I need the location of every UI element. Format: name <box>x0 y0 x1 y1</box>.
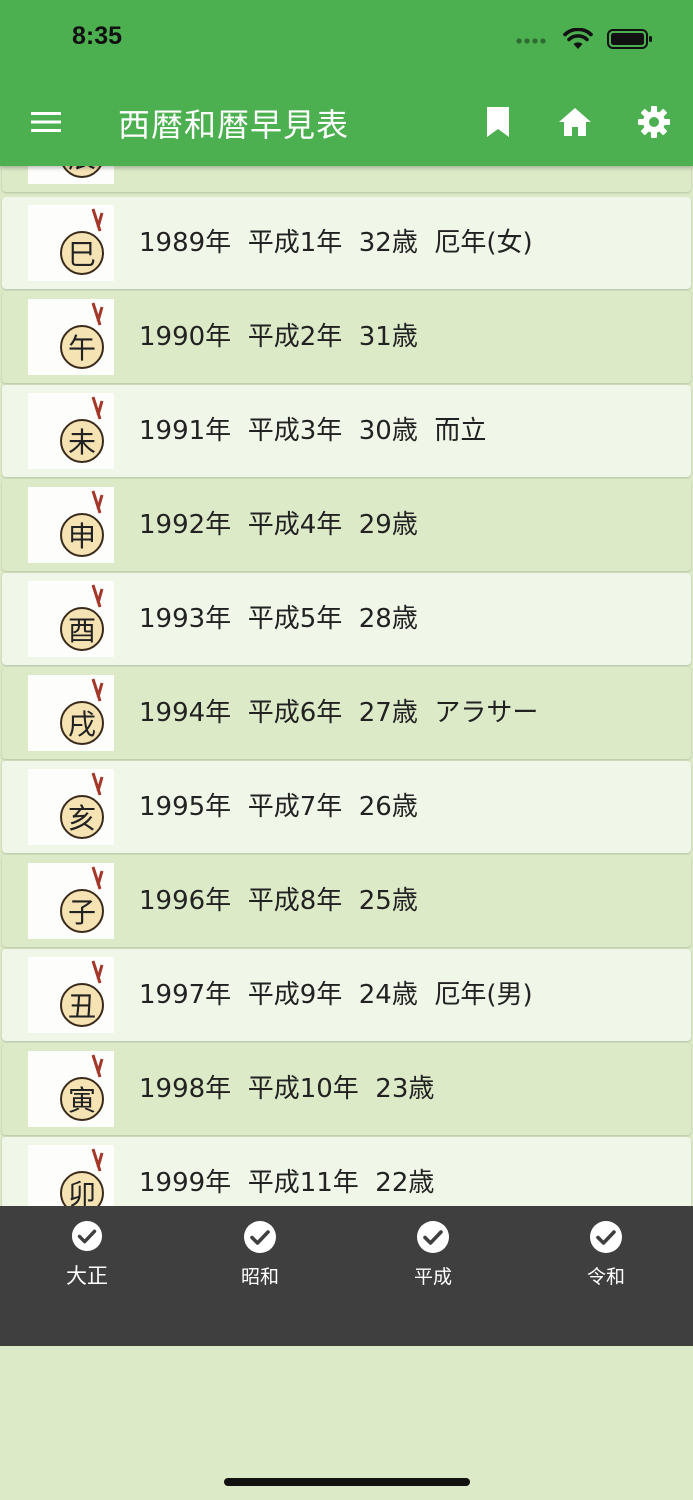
year-list[interactable]: 辰 巳 1989年 平成1年 32歳 厄年(女) 午 1990年 平成2年 31… <box>0 166 693 1206</box>
zodiac-charm: 寅 <box>60 1077 104 1121</box>
cord-icon <box>91 1054 104 1078</box>
list-item[interactable]: 巳 1989年 平成1年 32歳 厄年(女) <box>2 197 691 289</box>
zodiac-image: 辰 <box>28 166 114 184</box>
bookmark-icon <box>487 107 509 137</box>
tab-showa[interactable]: 昭和 <box>200 1220 320 1290</box>
row-text: 1991年 平成3年 30歳 而立 <box>139 416 487 446</box>
hamburger-menu-icon <box>31 112 61 132</box>
zodiac-image: 午 <box>28 299 114 375</box>
cord-icon <box>91 208 104 232</box>
cord-icon <box>91 302 104 326</box>
app-header: 8:35 西暦和暦早見表 <box>0 0 693 166</box>
row-text: 1995年 平成7年 26歳 <box>139 792 418 822</box>
list-item[interactable]: 未 1991年 平成3年 30歳 而立 <box>2 385 691 477</box>
home-button[interactable] <box>555 102 595 142</box>
tab-heisei[interactable]: 平成 <box>373 1220 493 1290</box>
tab-label: 平成 <box>413 1266 452 1288</box>
tab-taisho[interactable]: 大正 <box>27 1220 147 1290</box>
zodiac-image: 寅 <box>28 1051 114 1127</box>
check-circle-icon <box>417 1221 449 1253</box>
cord-icon <box>91 490 104 514</box>
zodiac-charm: 戌 <box>60 701 104 745</box>
cord-icon <box>91 1148 104 1172</box>
page-title: 西暦和暦早見表 <box>118 106 350 144</box>
status-time: 8:35 <box>72 22 123 50</box>
zodiac-image: 申 <box>28 487 114 563</box>
tab-label: 昭和 <box>240 1266 279 1288</box>
cord-icon <box>91 584 104 608</box>
tab-label: 令和 <box>586 1266 625 1288</box>
check-circle-icon <box>244 1221 276 1253</box>
row-text: 1992年 平成4年 29歳 <box>139 510 418 540</box>
check-circle-icon <box>71 1220 103 1252</box>
zodiac-charm: 午 <box>60 325 104 369</box>
gear-icon <box>638 106 670 138</box>
list-item[interactable]: 酉 1993年 平成5年 28歳 <box>2 573 691 665</box>
home-indicator[interactable] <box>224 1478 470 1486</box>
list-item[interactable]: 卯 1999年 平成11年 22歳 <box>2 1137 691 1206</box>
cord-icon <box>91 772 104 796</box>
cord-icon <box>91 678 104 702</box>
battery-icon <box>607 29 652 49</box>
list-item[interactable]: 亥 1995年 平成7年 26歳 <box>2 761 691 853</box>
list-item[interactable]: 午 1990年 平成2年 31歳 <box>2 291 691 383</box>
zodiac-charm: 酉 <box>60 607 104 651</box>
check-circle-icon <box>590 1221 622 1253</box>
tab-reiwa[interactable]: 令和 <box>546 1220 666 1290</box>
zodiac-image: 酉 <box>28 581 114 657</box>
cord-icon <box>91 960 104 984</box>
row-text: 1993年 平成5年 28歳 <box>139 604 418 634</box>
zodiac-image: 戌 <box>28 675 114 751</box>
status-icons <box>515 26 653 52</box>
zodiac-image: 巳 <box>28 205 114 281</box>
cord-icon <box>91 866 104 890</box>
list-item[interactable]: 戌 1994年 平成6年 27歳 アラサー <box>2 667 691 759</box>
bookmark-button[interactable] <box>478 102 518 142</box>
zodiac-charm: 子 <box>60 889 104 933</box>
row-text: 1999年 平成11年 22歳 <box>139 1168 435 1198</box>
wifi-icon <box>563 28 593 49</box>
zodiac-image: 亥 <box>28 769 114 845</box>
list-item[interactable]: 丑 1997年 平成9年 24歳 厄年(男) <box>2 949 691 1041</box>
cellular-signal-icon <box>516 38 546 44</box>
zodiac-image: 卯 <box>28 1145 114 1206</box>
zodiac-charm: 巳 <box>60 231 104 275</box>
menu-button[interactable] <box>26 102 66 142</box>
settings-button[interactable] <box>634 102 674 142</box>
list-item[interactable]: 申 1992年 平成4年 29歳 <box>2 479 691 571</box>
row-text: 1994年 平成6年 27歳 アラサー <box>139 698 539 728</box>
zodiac-charm: 亥 <box>60 795 104 839</box>
row-text: 1997年 平成9年 24歳 厄年(男) <box>139 980 533 1010</box>
row-text: 1989年 平成1年 32歳 厄年(女) <box>139 228 533 258</box>
cord-icon <box>91 396 104 420</box>
row-text: 1996年 平成8年 25歳 <box>139 886 418 916</box>
list-item[interactable]: 辰 <box>2 166 691 192</box>
list-item[interactable]: 子 1996年 平成8年 25歳 <box>2 855 691 947</box>
zodiac-image: 丑 <box>28 957 114 1033</box>
zodiac-image: 未 <box>28 393 114 469</box>
row-text: 1990年 平成2年 31歳 <box>139 322 418 352</box>
row-text: 1998年 平成10年 23歳 <box>139 1074 435 1104</box>
zodiac-charm: 申 <box>60 513 104 557</box>
tab-label: 大正 <box>66 1264 108 1288</box>
zodiac-charm: 丑 <box>60 983 104 1027</box>
zodiac-image: 子 <box>28 863 114 939</box>
era-tab-bar: 大正 昭和 平成 令和 <box>0 1206 693 1346</box>
home-icon <box>559 108 591 136</box>
zodiac-charm: 未 <box>60 419 104 463</box>
list-item[interactable]: 寅 1998年 平成10年 23歳 <box>2 1043 691 1135</box>
